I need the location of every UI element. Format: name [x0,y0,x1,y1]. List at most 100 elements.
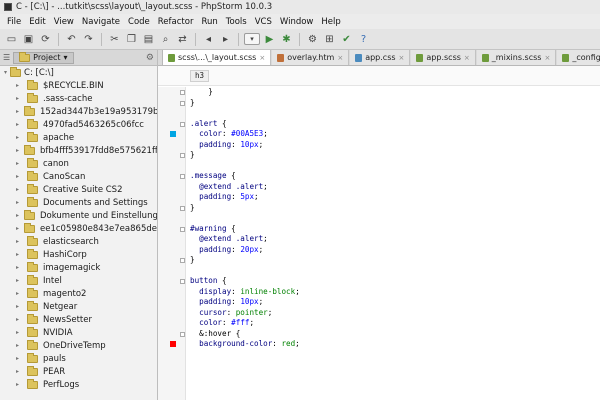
code-editor[interactable]: }} .alert { color: #00A5E3; padding: 10px… [158,87,600,400]
expand-arrow-icon[interactable]: ▸ [16,147,19,154]
tree-folder-item[interactable]: ▸ Documents and Settings [0,196,157,209]
tree-folder-item[interactable]: ▸ bfb4fff53917fdd8e575621ff0286a [0,144,157,157]
panel-menu-icon[interactable]: ☰ [3,53,10,62]
fold-icon[interactable] [180,331,185,337]
tree-folder-item[interactable]: ▸ .sass-cache [0,92,157,105]
redo-icon[interactable]: ↷ [81,32,96,47]
menu-navigate[interactable]: Navigate [78,17,124,27]
tree-folder-item[interactable]: ▸ Netgear [0,300,157,313]
menu-tools[interactable]: Tools [222,17,251,27]
paste-icon[interactable]: ▤ [141,32,156,47]
tree-folder-item[interactable]: ▸ PEAR [0,365,157,378]
expand-arrow-icon[interactable]: ▸ [16,160,22,167]
tree-folder-item[interactable]: ▸ pauls [0,352,157,365]
close-icon[interactable]: × [337,54,343,62]
fold-icon[interactable] [180,100,185,106]
help-icon[interactable]: ? [356,32,371,47]
menu-edit[interactable]: Edit [25,17,49,27]
expand-arrow-icon[interactable]: ▸ [16,329,22,336]
expand-arrow-icon[interactable]: ▸ [16,225,19,232]
tree-folder-item[interactable]: ▸ PerfLogs [0,378,157,391]
expand-arrow-icon[interactable]: ▸ [16,134,22,141]
tree-folder-item[interactable]: ▸ OneDriveTemp [0,339,157,352]
fold-icon[interactable] [180,153,185,158]
editor-tab[interactable]: overlay.htm × [272,50,350,65]
tree-folder-item[interactable]: ▸ ee1c05980e843e7ea865de091f68b [0,222,157,235]
expand-arrow-icon[interactable]: ▸ [16,173,22,180]
fold-icon[interactable] [180,279,185,284]
expand-arrow-icon[interactable]: ▸ [16,238,22,245]
editor-tab[interactable]: _config.scss× [557,50,600,65]
find-icon[interactable]: ⌕ [158,32,173,47]
menu-view[interactable]: View [50,17,78,27]
expand-arrow-icon[interactable]: ▸ [16,316,22,323]
tree-folder-item[interactable]: ▸ magento2 [0,287,157,300]
editor-tab[interactable]: app.scss × [411,50,476,65]
tree-folder-item[interactable]: ▸ apache [0,131,157,144]
expand-arrow-icon[interactable]: ▸ [16,251,22,258]
cut-icon[interactable]: ✂ [107,32,122,47]
expand-arrow-icon[interactable]: ▸ [16,212,19,219]
tree-folder-item[interactable]: ▸ elasticsearch [0,235,157,248]
menu-help[interactable]: Help [317,17,344,27]
expand-arrow-icon[interactable]: ▸ [16,303,22,310]
gear-icon[interactable]: ⚙ [146,53,154,63]
tree-folder-item[interactable]: ▸ canon [0,157,157,170]
project-view-tab[interactable]: Project ▾ [13,51,74,64]
expand-arrow-icon[interactable]: ▸ [16,342,22,349]
editor-tab[interactable]: app.css × [350,50,411,65]
expand-arrow-icon[interactable]: ▸ [16,95,22,102]
tree-folder-item[interactable]: ▸ NewsSetter [0,313,157,326]
vcs-icon[interactable]: ✔ [339,32,354,47]
tree-folder-item[interactable]: ▸ CanoScan [0,170,157,183]
tree-folder-item[interactable]: ▸ $RECYCLE.BIN [0,79,157,92]
tree-folder-item[interactable]: ▸ 152ad3447b3e19a953179b5bbc7a [0,105,157,118]
save-icon[interactable]: ▣ [21,32,36,47]
close-icon[interactable]: × [259,54,265,62]
replace-icon[interactable]: ⇄ [175,32,190,47]
close-icon[interactable]: × [544,54,550,62]
back-icon[interactable]: ◂ [201,32,216,47]
menu-file[interactable]: File [3,17,25,27]
folder-open-icon[interactable]: ▭ [4,32,19,47]
expand-arrow-icon[interactable]: ▸ [16,199,22,206]
fold-icon[interactable] [180,205,185,211]
expand-arrow-icon[interactable]: ▸ [16,368,22,375]
tree-folder-item[interactable]: ▸ NVIDIA [0,326,157,339]
run-config-icon[interactable]: ▾ [244,33,260,45]
expand-arrow-icon[interactable]: ▸ [16,277,22,284]
menu-vcs[interactable]: VCS [251,17,276,27]
editor-gutter[interactable] [158,87,186,400]
expand-arrow-icon[interactable]: ▸ [16,264,22,271]
run-icon[interactable]: ▶ [262,32,277,47]
fold-icon[interactable] [180,174,185,179]
tree-folder-item[interactable]: ▸ imagemagick [0,261,157,274]
menu-refactor[interactable]: Refactor [154,17,198,27]
expand-arrow-icon[interactable]: ▸ [16,121,22,128]
settings-icon[interactable]: ⚙ [305,32,320,47]
code-content[interactable]: }} .alert { color: #00A5E3; padding: 10px… [190,87,600,400]
tree-folder-item[interactable]: ▸ HashiCorp [0,248,157,261]
undo-icon[interactable]: ↶ [64,32,79,47]
expand-arrow-icon[interactable]: ▾ [4,69,7,76]
tree-folder-item[interactable]: ▸ Dokumente und Einstellungen [0,209,157,222]
copy-icon[interactable]: ❐ [124,32,139,47]
debug-icon[interactable]: ✱ [279,32,294,47]
expand-arrow-icon[interactable]: ▸ [16,108,19,115]
fold-icon[interactable] [180,90,185,95]
expand-arrow-icon[interactable]: ▸ [16,186,22,193]
tree-folder-item[interactable]: ▸ 4970fad5463265c06fcc [0,118,157,131]
color-swatch-icon[interactable] [170,131,176,137]
tree-root[interactable]: ▾ C: [C:\] [0,66,157,79]
fold-icon[interactable] [180,226,185,232]
editor-tab[interactable]: _mixins.scss × [476,50,557,65]
close-icon[interactable]: × [399,54,405,62]
fold-icon[interactable] [180,121,185,127]
menu-code[interactable]: Code [124,17,154,27]
forward-icon[interactable]: ▸ [218,32,233,47]
expand-arrow-icon[interactable]: ▸ [16,290,22,297]
color-swatch-icon[interactable] [170,341,176,347]
editor-tab[interactable]: scss\...\_layout.scss × [162,50,272,65]
close-icon[interactable]: × [464,54,470,62]
expand-arrow-icon[interactable]: ▸ [16,381,22,388]
